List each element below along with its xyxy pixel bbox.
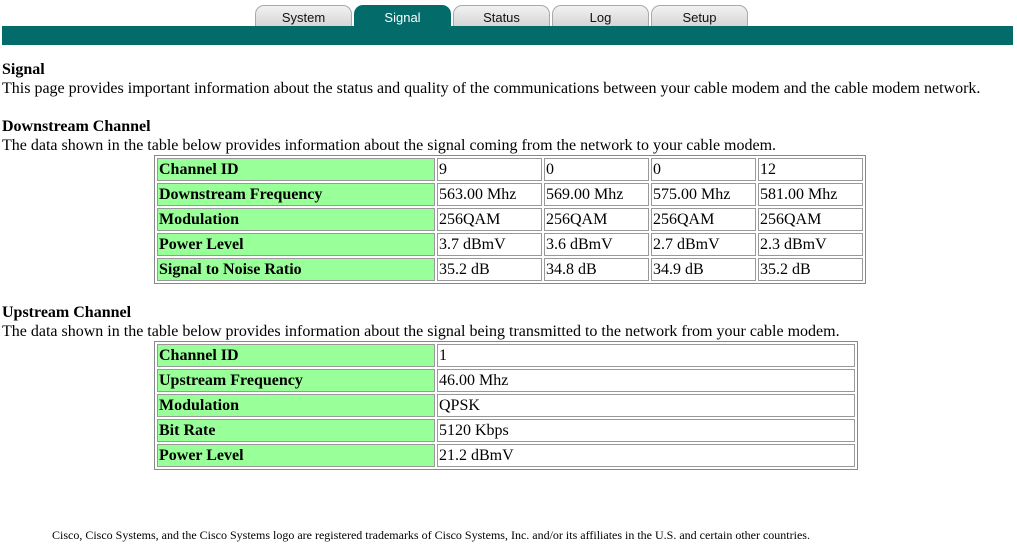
table-cell: 563.00 Mhz	[437, 183, 542, 206]
row-label: Channel ID	[157, 344, 435, 367]
table-cell: 5120 Kbps	[437, 419, 855, 442]
table-cell: 256QAM	[437, 208, 542, 231]
row-label: Modulation	[157, 394, 435, 417]
table-cell: 1	[437, 344, 855, 367]
table-cell: 34.9 dB	[651, 258, 756, 281]
table-cell: 46.00 Mhz	[437, 369, 855, 392]
row-label: Bit Rate	[157, 419, 435, 442]
table-cell: 581.00 Mhz	[758, 183, 863, 206]
table-cell: 575.00 Mhz	[651, 183, 756, 206]
table-cell: 256QAM	[651, 208, 756, 231]
row-label: Downstream Frequency	[157, 183, 435, 206]
table-cell: 34.8 dB	[544, 258, 649, 281]
downstream-table: Channel ID 9 0 0 12 Downstream Frequency…	[154, 155, 866, 284]
table-row: Channel ID 1	[157, 344, 855, 367]
row-label: Signal to Noise Ratio	[157, 258, 435, 281]
tab-log[interactable]: Log	[552, 5, 649, 27]
row-label: Modulation	[157, 208, 435, 231]
tab-status[interactable]: Status	[453, 5, 550, 27]
table-cell: 2.3 dBmV	[758, 233, 863, 256]
table-cell: 0	[651, 158, 756, 181]
table-cell: 256QAM	[544, 208, 649, 231]
tab-bar: System Signal Status Log Setup	[255, 5, 748, 27]
table-row: Bit Rate 5120 Kbps	[157, 419, 855, 442]
main-content: Signal This page provides important info…	[2, 60, 1012, 470]
table-cell: 0	[544, 158, 649, 181]
table-row: Downstream Frequency 563.00 Mhz 569.00 M…	[157, 183, 863, 206]
downstream-title: Downstream Channel	[2, 118, 151, 135]
table-row: Signal to Noise Ratio 35.2 dB 34.8 dB 34…	[157, 258, 863, 281]
upstream-title: Upstream Channel	[2, 304, 132, 321]
table-cell: 9	[437, 158, 542, 181]
table-cell: 35.2 dB	[437, 258, 542, 281]
downstream-description: The data shown in the table below provid…	[2, 137, 777, 154]
row-label: Upstream Frequency	[157, 369, 435, 392]
table-cell: QPSK	[437, 394, 855, 417]
page-description: This page provides important information…	[2, 80, 981, 97]
table-row: Channel ID 9 0 0 12	[157, 158, 863, 181]
table-cell: 3.6 dBmV	[544, 233, 649, 256]
footer-trademark: Cisco, Cisco Systems, and the Cisco Syst…	[52, 528, 810, 542]
table-cell: 2.7 dBmV	[651, 233, 756, 256]
header-bar	[2, 26, 1013, 45]
upstream-table: Channel ID 1 Upstream Frequency 46.00 Mh…	[154, 341, 858, 470]
table-cell: 12	[758, 158, 863, 181]
tab-setup[interactable]: Setup	[651, 5, 748, 27]
table-row: Modulation 256QAM 256QAM 256QAM 256QAM	[157, 208, 863, 231]
tab-signal[interactable]: Signal	[354, 5, 451, 27]
table-cell: 256QAM	[758, 208, 863, 231]
table-cell: 569.00 Mhz	[544, 183, 649, 206]
table-cell: 21.2 dBmV	[437, 444, 855, 467]
row-label: Power Level	[157, 233, 435, 256]
table-row: Upstream Frequency 46.00 Mhz	[157, 369, 855, 392]
row-label: Power Level	[157, 444, 435, 467]
table-cell: 3.7 dBmV	[437, 233, 542, 256]
tab-system[interactable]: System	[255, 5, 352, 27]
table-row: Modulation QPSK	[157, 394, 855, 417]
table-row: Power Level 3.7 dBmV 3.6 dBmV 2.7 dBmV 2…	[157, 233, 863, 256]
page-title: Signal	[2, 61, 45, 78]
table-row: Power Level 21.2 dBmV	[157, 444, 855, 467]
row-label: Channel ID	[157, 158, 435, 181]
upstream-description: The data shown in the table below provid…	[2, 323, 840, 340]
table-cell: 35.2 dB	[758, 258, 863, 281]
